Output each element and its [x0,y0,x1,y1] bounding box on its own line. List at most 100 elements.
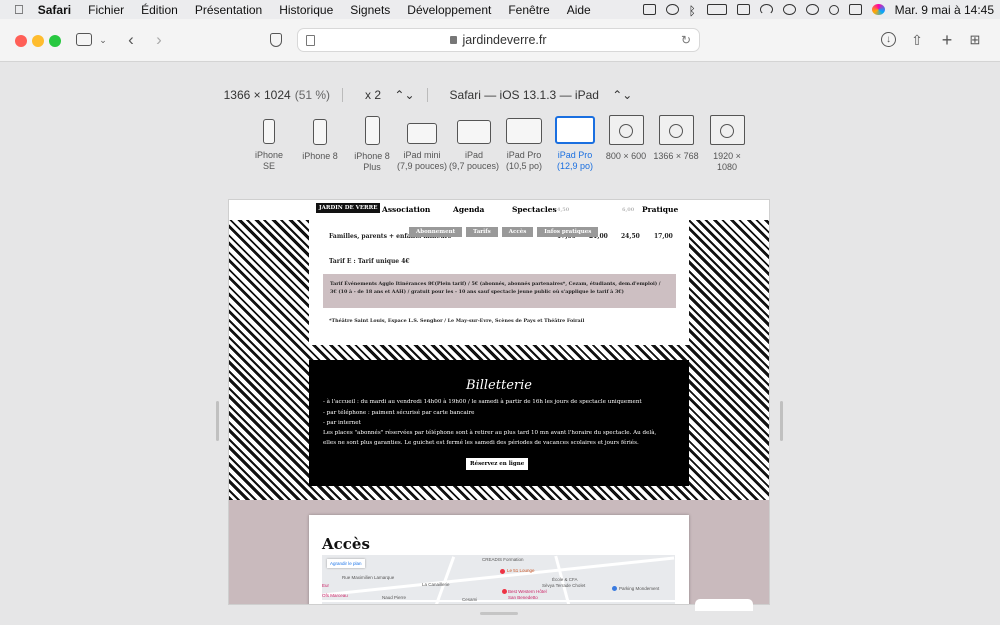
menu-fenetre[interactable]: Fenêtre [508,3,549,17]
device-label: iPad Pro [506,150,542,160]
zoom-window-button[interactable] [49,35,61,47]
back-button[interactable]: ‹ [124,31,138,49]
time-machine-icon[interactable] [805,4,819,15]
spotlight-search-icon[interactable] [828,4,839,15]
tab-tarifs[interactable]: Tarifs [466,227,498,237]
device-800x600[interactable]: 800 × 600 [604,115,648,162]
pixel-ratio-label: x 2 [365,88,382,102]
keyboard-icon[interactable] [736,4,750,15]
map-label: Naud Pierre [382,595,407,600]
device-label: 800 × 600 [605,151,647,161]
menu-app-safari[interactable]: Safari [38,3,71,17]
resize-handle-bottom[interactable] [480,612,518,615]
viewport-size[interactable]: 1366 × 1024 [224,88,291,102]
close-window-button[interactable] [15,35,27,47]
map-pin-icon[interactable] [612,586,617,591]
lock-icon [450,36,458,44]
acces-title: Accès [322,535,370,553]
device-label: iPhone 8 [354,151,390,161]
device-iphone-8[interactable]: iPhone 8 [300,119,340,162]
tab-acces[interactable]: Accès [501,227,534,237]
device-label: iPad Pro [557,150,593,160]
partner-theatres-note: *Théâtre Saint Louis, Espace L.S. Sengho… [329,318,585,324]
billetterie-title: Billetterie [466,378,532,393]
sidebar-menu-chevron-down-icon[interactable]: ⌄ [98,31,108,49]
new-tab-icon[interactable]: + [940,31,954,49]
device-1366x768[interactable]: 1366 × 768 [652,115,700,162]
creative-cloud-icon[interactable] [665,4,679,15]
nav-association[interactable]: Association [382,205,430,214]
control-center-icon[interactable] [848,4,862,15]
enlarge-map-link[interactable]: Agrandir le plan [327,559,365,568]
menu-signets[interactable]: Signets [350,3,390,17]
billetterie-line: - par téléphone : paiment sécurisé par c… [323,410,475,416]
safari-toolbar: ⌄ ‹ › jardindeverre.fr ↻ ↓ ⇧ + ⊞ [0,19,1000,62]
tab-abonnement[interactable]: Abonnement [409,227,463,237]
menu-clock[interactable]: Mar. 9 mai à 14:45 [895,3,994,17]
minimize-window-button[interactable] [32,35,44,47]
screen-record-icon[interactable] [642,4,656,15]
tab-infos-pratiques[interactable]: Infos pratiques [537,227,599,237]
device-ipad-pro-10-5[interactable]: iPad Pro (10,5 po) [502,118,546,172]
device-label: iPad [464,150,483,160]
tarif-value: 24,50 [621,233,640,240]
menu-historique[interactable]: Historique [279,3,333,17]
device-iphone-8-plus[interactable]: iPhone 8 Plus [350,116,394,173]
map-label: Rue Maximilien Lamarque [342,575,395,580]
device-ipad-pro-12-9[interactable]: iPad Pro (12,9 po) [552,116,598,172]
siri-icon[interactable] [871,4,885,15]
wifi-icon[interactable] [759,4,773,15]
map-pin-icon[interactable] [500,569,505,574]
menu-fichier[interactable]: Fichier [88,3,124,17]
address-bar[interactable]: jardindeverre.fr ↻ [297,28,700,52]
device-ipad-mini[interactable]: iPad mini (7,9 pouces) [396,119,448,172]
device-1920x1080[interactable]: 1920 × 1080 [702,115,752,173]
user-agent-select[interactable]: Safari — iOS 13.1.3 — iPad ⌃⌄ [440,88,633,102]
map-label: École & CFA [552,577,578,582]
menu-presentation[interactable]: Présentation [195,3,262,17]
menu-edition[interactable]: Édition [141,3,178,17]
device-label: iPad mini [403,150,441,160]
privacy-shield-icon[interactable] [270,33,282,47]
map-label: Best Western Hôtel [508,589,547,594]
resize-handle-right[interactable] [780,401,783,441]
divider [342,88,344,102]
sidebar-toggle-icon[interactable] [76,33,92,46]
reload-icon[interactable]: ↻ [681,33,691,47]
menu-developpement[interactable]: Développement [407,3,491,17]
battery-icon[interactable] [706,4,727,15]
reserve-online-button[interactable]: Réservez en ligne [466,458,529,470]
device-iphone-se[interactable]: iPhone SE [248,119,290,172]
resize-handle-left[interactable] [216,401,219,441]
forward-button[interactable]: › [152,31,166,49]
price-behind-1: 4,50 [557,207,570,213]
menu-aide[interactable]: Aide [567,3,591,17]
user-agent-label: Safari — iOS 13.1.3 — iPad [449,88,599,102]
acces-card: Accès Agrandir le plan CREADIS Formation… [309,515,689,604]
map-pin-icon[interactable] [502,589,507,594]
tarif-e: Tarif E : Tarif unique 4€ [329,258,410,265]
compass-icon [669,124,683,139]
nav-agenda[interactable]: Agenda [453,205,484,214]
responsive-design-bar: 1366 × 1024 (51 %) x 2 ⌃⌄ Safari — iOS 1… [48,81,808,109]
map-road [322,600,675,602]
address-url: jardindeverre.fr [462,33,547,47]
share-icon[interactable]: ⇧ [910,31,924,49]
tarif-evenements-line1: Tarif Événements Agglo Itinérances 8€(Pl… [330,281,661,287]
floating-button[interactable] [695,599,753,611]
apple-menu-icon[interactable]:  [14,2,24,17]
billetterie-line: elles ne sont plus garanties. Le guichet… [323,440,639,446]
nav-spectacles[interactable]: Spectacles [512,205,557,214]
bluetooth-icon[interactable]: ᛒ [689,4,697,18]
google-map[interactable]: Agrandir le plan CREADIS Formation Le 51… [322,555,675,604]
monitor-icon [608,115,644,145]
device-label-2: Plus [363,162,381,172]
tab-overview-icon[interactable]: ⊞ [968,31,982,49]
downloads-icon[interactable]: ↓ [881,32,896,47]
user-icon[interactable] [782,4,796,15]
device-ipad[interactable]: iPad (9,7 pouces) [448,119,500,172]
device-label: 1920 × 1080 [713,151,741,172]
site-logo[interactable]: JARDIN DE VERRE [316,203,381,213]
nav-pratique[interactable]: Pratique [642,205,678,214]
pixel-ratio-select[interactable]: x 2 ⌃⌄ [355,88,414,102]
